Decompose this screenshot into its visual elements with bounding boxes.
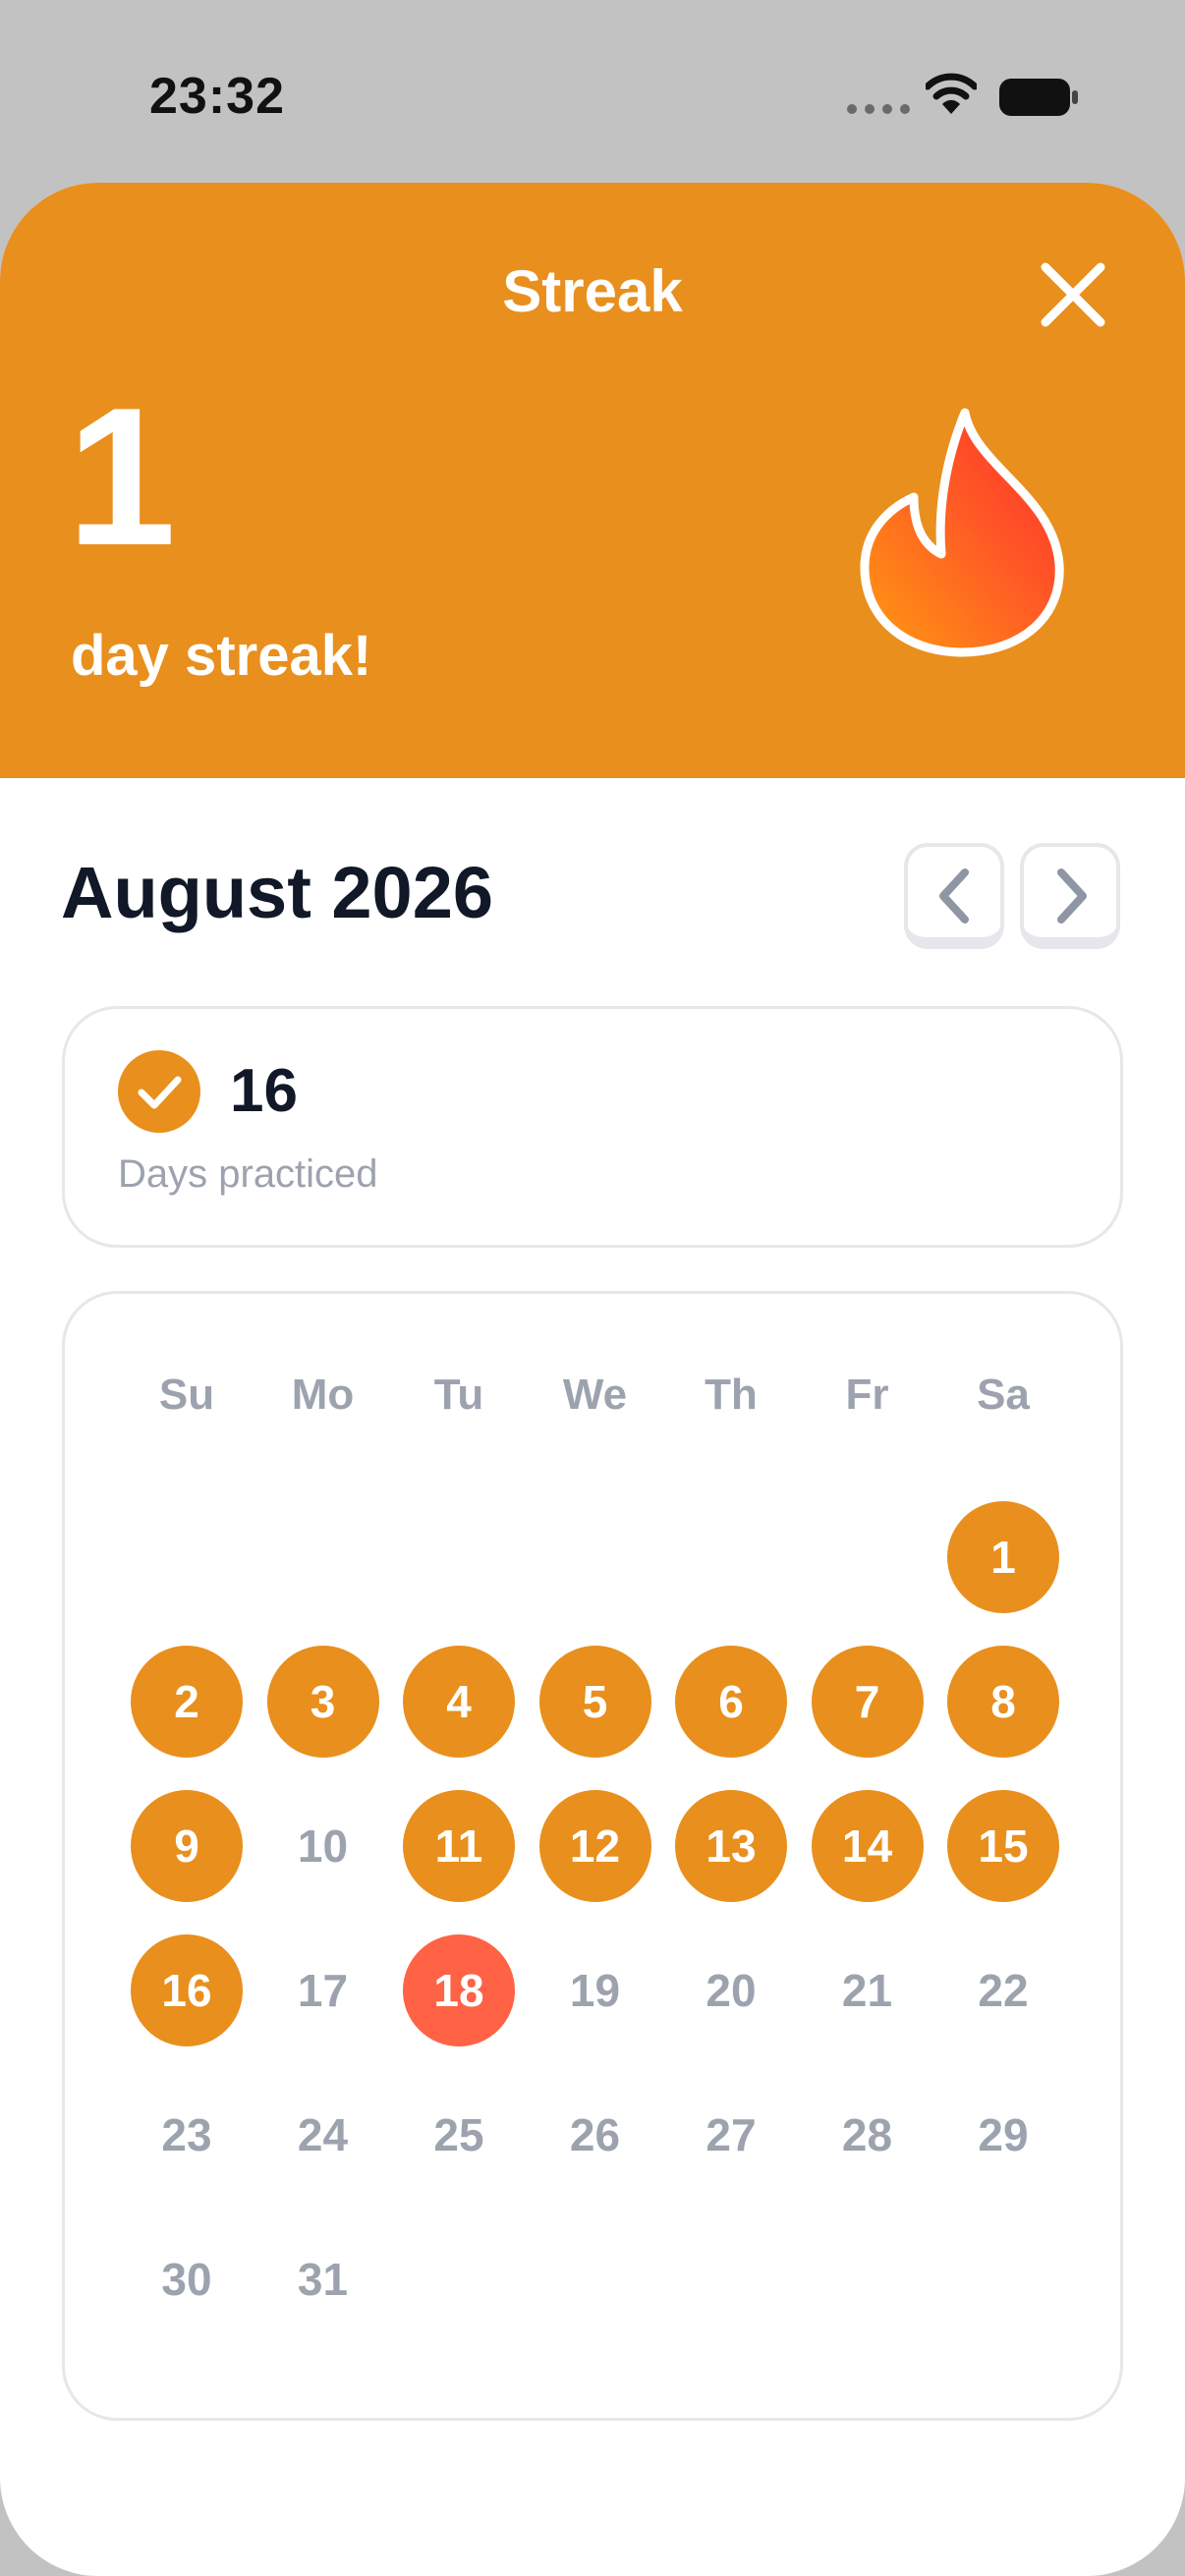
- streak-label: day streak!: [71, 624, 372, 688]
- calendar-day[interactable]: 20: [675, 1934, 787, 2046]
- calendar-day[interactable]: 9: [131, 1790, 243, 1902]
- calendar-day[interactable]: 29: [947, 2079, 1059, 2191]
- cellular-dots-icon: [847, 104, 910, 114]
- calendar-day[interactable]: 27: [675, 2079, 787, 2191]
- weekday-label: Tu: [433, 1371, 484, 1419]
- calendar-day[interactable]: 22: [947, 1934, 1059, 2046]
- calendar-day[interactable]: 13: [675, 1790, 787, 1902]
- weekday-label: Sa: [977, 1371, 1030, 1419]
- calendar-day[interactable]: 23: [131, 2079, 243, 2191]
- weekday-label: Su: [158, 1371, 215, 1419]
- days-practiced-card: 16 Days practiced: [62, 1006, 1123, 1248]
- close-icon: [1041, 262, 1105, 327]
- calendar-day[interactable]: 1: [947, 1501, 1059, 1613]
- month-title: August 2026: [61, 852, 494, 933]
- calendar-day[interactable]: 3: [266, 1646, 379, 1758]
- close-button[interactable]: [1036, 257, 1110, 332]
- calendar-day[interactable]: 24: [267, 2079, 379, 2191]
- calendar-day[interactable]: 15: [947, 1790, 1059, 1902]
- calendar-day[interactable]: 30: [131, 2223, 243, 2335]
- streak-sheet: Streak 1 day streak! August 2026 16 Days…: [0, 183, 1185, 2576]
- calendar-day[interactable]: 4: [403, 1646, 515, 1758]
- calendar-day[interactable]: 16: [131, 1934, 243, 2046]
- calendar-day[interactable]: 6: [675, 1646, 787, 1758]
- calendar-day[interactable]: 14: [811, 1790, 924, 1902]
- calendar-day[interactable]: 31: [267, 2223, 379, 2335]
- weekday-label: Fr: [845, 1371, 889, 1419]
- calendar-day[interactable]: 5: [538, 1646, 651, 1758]
- previous-month-button[interactable]: [904, 843, 1004, 949]
- calendar-day[interactable]: 7: [811, 1646, 924, 1758]
- calendar-day[interactable]: 17: [267, 1934, 379, 2046]
- weekday-label: Th: [705, 1371, 758, 1419]
- wifi-icon: [926, 73, 977, 114]
- weekday-label: We: [562, 1371, 628, 1419]
- calendar-day[interactable]: 11: [403, 1790, 515, 1902]
- chevron-left-icon: [939, 868, 969, 924]
- days-practiced-label: Days practiced: [118, 1152, 378, 1196]
- check-circle-icon: [118, 1050, 200, 1133]
- calendar-day[interactable]: 8: [947, 1646, 1059, 1758]
- status-bar: 23:32: [0, 0, 1185, 187]
- days-practiced-count: 16: [230, 1057, 298, 1125]
- calendar-day[interactable]: 19: [539, 1934, 651, 2046]
- weekday-label: Mo: [291, 1371, 355, 1419]
- streak-count: 1: [67, 367, 177, 587]
- calendar-day[interactable]: 26: [539, 2079, 651, 2191]
- battery-icon: [999, 79, 1078, 116]
- calendar-day[interactable]: 12: [538, 1790, 651, 1902]
- sheet-title: Streak: [502, 258, 683, 324]
- calendar-day-today[interactable]: 18: [403, 1934, 515, 2046]
- chevron-right-icon: [1057, 868, 1087, 924]
- next-month-button[interactable]: [1020, 843, 1120, 949]
- calendar-card: Su Mo Tu We Th Fr Sa 1 2 3 4 5 6 7 8 9 10 11 12 13 14 15 16 17…: [62, 1291, 1123, 2421]
- status-time: 23:32: [149, 68, 285, 125]
- streak-header: Streak 1 day streak!: [0, 183, 1185, 778]
- calendar-day[interactable]: 28: [812, 2079, 924, 2191]
- calendar-day[interactable]: 10: [267, 1790, 379, 1902]
- calendar-day[interactable]: 25: [403, 2079, 515, 2191]
- calendar-day[interactable]: 21: [812, 1934, 924, 2046]
- calendar-day[interactable]: 2: [131, 1646, 243, 1758]
- flame-icon: [860, 408, 1064, 657]
